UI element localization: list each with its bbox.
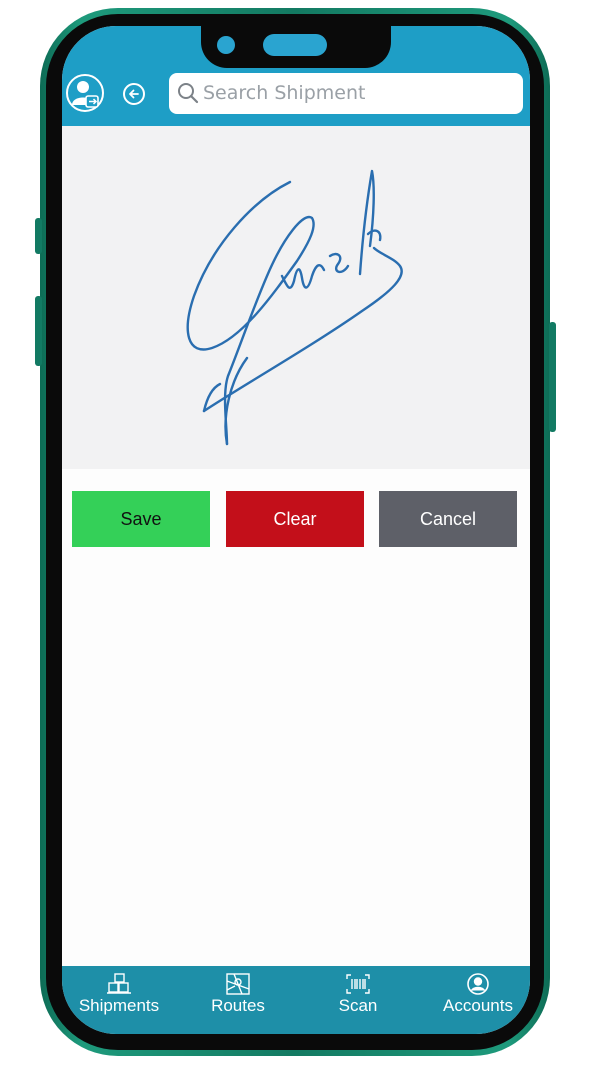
speaker (263, 34, 327, 56)
side-button (35, 218, 42, 254)
barcode-icon (346, 974, 370, 994)
side-button (549, 322, 556, 432)
boxes-icon (107, 973, 131, 994)
search-box[interactable]: Search Shipment (169, 73, 523, 114)
avatar[interactable] (66, 74, 104, 112)
phone-notch (201, 22, 391, 68)
nav-accounts[interactable]: Accounts (438, 966, 518, 1034)
cancel-button[interactable]: Cancel (379, 491, 517, 547)
search-icon (178, 83, 199, 104)
bottom-nav: Shipments Routes Scan Accounts (62, 966, 530, 1034)
signature-pad[interactable] (62, 126, 530, 469)
nav-label: Shipments (78, 996, 160, 1015)
save-button[interactable]: Save (72, 491, 210, 547)
camera (217, 36, 235, 54)
nav-shipments[interactable]: Shipments (76, 966, 162, 1034)
back-button[interactable] (123, 83, 145, 105)
screen: Search Shipment Save Clear Cancel Shipme… (62, 26, 530, 1034)
nav-label: Routes (211, 996, 265, 1015)
search-input[interactable]: Search Shipment (203, 82, 365, 104)
side-button (35, 296, 42, 366)
arrow-left-icon (129, 89, 139, 99)
signature-drawing (186, 169, 403, 446)
user-circle-icon (467, 973, 489, 995)
map-icon (226, 973, 250, 995)
nav-label: Scan (338, 996, 378, 1015)
clear-button[interactable]: Clear (226, 491, 364, 547)
nav-scan[interactable]: Scan (324, 966, 392, 1034)
nav-routes[interactable]: Routes (198, 966, 278, 1034)
user-logout-icon (72, 81, 99, 108)
nav-label: Accounts (443, 996, 513, 1015)
